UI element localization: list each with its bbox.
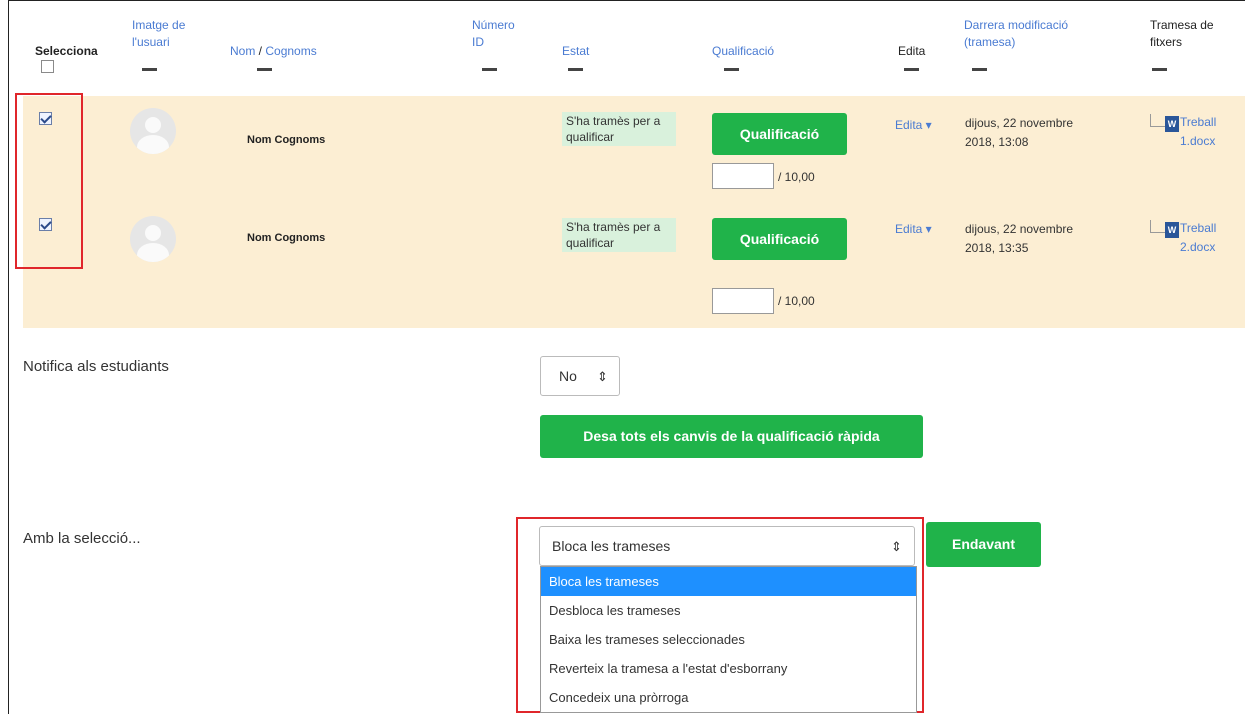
select-arrows-icon: ⇕: [891, 539, 902, 554]
grade-input[interactable]: [712, 163, 774, 189]
tree-connector: [1150, 114, 1165, 127]
header-last-modified[interactable]: Darrera modificació (tramesa): [964, 17, 1094, 51]
dropdown-option[interactable]: Concedeix una pròrroga: [541, 683, 916, 712]
status-badge: S'ha tramès per a qualificar: [562, 218, 676, 252]
status-badge: S'ha tramès per a qualificar: [562, 112, 676, 146]
bulk-action-select[interactable]: Bloca les trameses ⇕: [539, 526, 915, 566]
modified-date: dijous, 22 novembre 2018, 13:35: [965, 222, 1074, 255]
file-link[interactable]: Treball 1.docx: [1180, 113, 1242, 151]
notify-select[interactable]: No ⇕: [540, 356, 620, 396]
dropdown-option[interactable]: Bloca les trameses: [541, 567, 916, 596]
dropdown-option[interactable]: Reverteix la tramesa a l'estat d'esborra…: [541, 654, 916, 683]
modified-date: dijous, 22 novembre 2018, 13:08: [965, 116, 1074, 149]
hide-column-icon[interactable]: [142, 68, 157, 71]
grade-button[interactable]: Qualificació: [712, 218, 847, 260]
hide-column-icon[interactable]: [568, 68, 583, 71]
edit-menu[interactable]: Edita ▾: [895, 222, 932, 236]
select-all-checkbox[interactable]: [41, 60, 54, 73]
tree-connector: [1150, 220, 1165, 233]
header-grade[interactable]: Qualificació: [712, 43, 774, 60]
header-name: Nom / Cognoms: [230, 43, 317, 60]
header-status[interactable]: Estat: [562, 43, 589, 60]
hide-column-icon[interactable]: [972, 68, 987, 71]
student-name[interactable]: Nom Cognoms: [247, 232, 325, 244]
grade-max: / 10,00: [778, 294, 815, 308]
hide-column-icon[interactable]: [904, 68, 919, 71]
avatar: [130, 108, 176, 154]
sort-lastname-link[interactable]: Cognoms: [265, 44, 316, 58]
file-link[interactable]: Treball 2.docx: [1180, 219, 1242, 257]
sort-firstname-link[interactable]: Nom: [230, 44, 255, 58]
header-id-number[interactable]: Número ID: [472, 17, 522, 51]
hide-column-icon[interactable]: [724, 68, 739, 71]
header-file-submissions: Tramesa de fitxers: [1150, 18, 1214, 49]
bulk-action-select-value: Bloca les trameses: [552, 538, 671, 554]
notify-label: Notifica als estudiants: [23, 358, 169, 375]
avatar: [130, 216, 176, 262]
header-name-separator: /: [255, 44, 266, 58]
dropdown-option[interactable]: Desbloca les trameses: [541, 596, 916, 625]
hide-column-icon[interactable]: [482, 68, 497, 71]
header-select: Selecciona: [35, 44, 98, 58]
save-quick-grading-button[interactable]: Desa tots els canvis de la qualificació …: [540, 415, 923, 458]
select-arrows-icon: ⇕: [597, 369, 608, 384]
annotation-highlight-checkboxes: [15, 93, 83, 269]
edit-menu[interactable]: Edita ▾: [895, 118, 932, 132]
go-button[interactable]: Endavant: [926, 522, 1041, 567]
hide-column-icon[interactable]: [1152, 68, 1167, 71]
header-edit: Edita: [898, 44, 926, 58]
grade-max: / 10,00: [778, 170, 815, 184]
grade-input[interactable]: [712, 288, 774, 314]
word-file-icon: W: [1165, 222, 1179, 238]
word-file-icon: W: [1165, 116, 1179, 132]
bulk-action-dropdown[interactable]: Bloca les trameses Desbloca les trameses…: [540, 566, 917, 713]
notify-select-value: No: [559, 368, 577, 384]
header-user-image[interactable]: Imatge de l'usuari: [132, 17, 192, 51]
selection-label: Amb la selecció...: [23, 530, 141, 547]
hide-column-icon[interactable]: [257, 68, 272, 71]
student-name[interactable]: Nom Cognoms: [247, 134, 325, 146]
grade-button[interactable]: Qualificació: [712, 113, 847, 155]
dropdown-option[interactable]: Baixa les trameses seleccionades: [541, 625, 916, 654]
